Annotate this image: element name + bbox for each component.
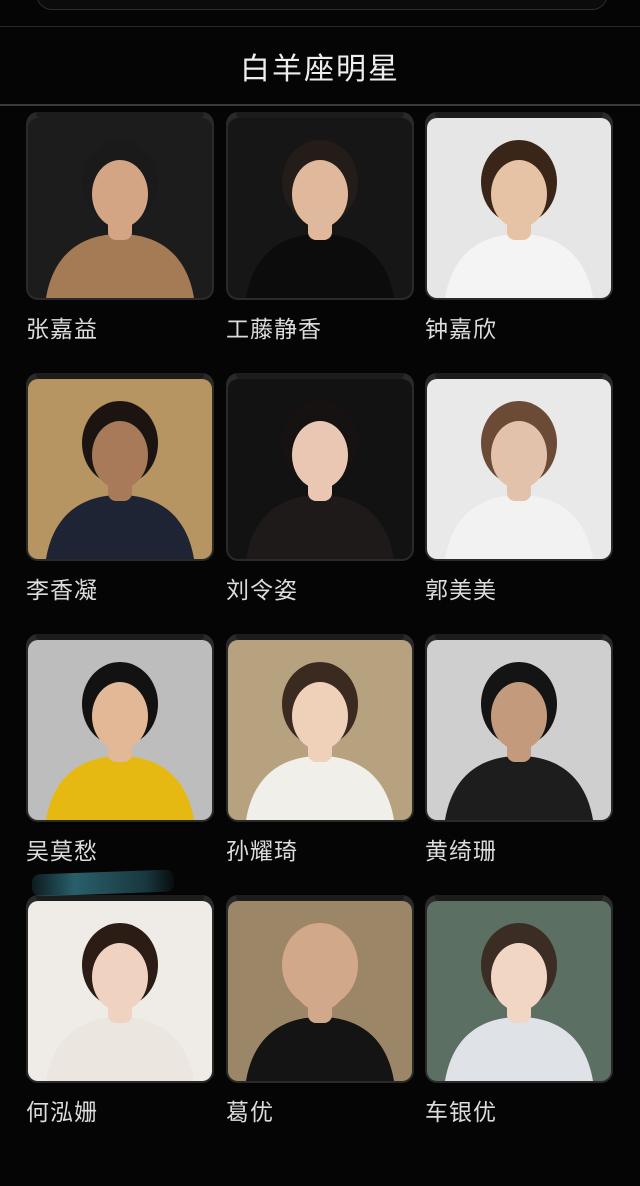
celebrity-photo[interactable] bbox=[28, 901, 212, 1081]
celebrity-photo[interactable] bbox=[28, 379, 212, 559]
celebrity-name[interactable]: 葛优 bbox=[226, 1093, 274, 1127]
celebrity-card[interactable]: 工藤静香 bbox=[226, 112, 416, 343]
celebrity-photo-frame bbox=[26, 634, 214, 822]
celebrity-card[interactable]: 钟嘉欣 bbox=[425, 112, 615, 343]
celebrity-card[interactable]: 刘令姿 bbox=[226, 373, 416, 604]
celebrity-name[interactable]: 何泓姗 bbox=[26, 1093, 98, 1127]
celebrity-photo-frame bbox=[26, 112, 214, 300]
celebrity-name[interactable]: 张嘉益 bbox=[26, 310, 98, 344]
celebrity-name[interactable]: 郭美美 bbox=[425, 571, 497, 605]
celebrity-photo-frame bbox=[425, 634, 613, 822]
celebrity-photo-frame bbox=[425, 895, 613, 1083]
celebrity-grid: 张嘉益 工藤静香 钟嘉欣李香凝 刘令姿 郭美美吴莫愁 孙耀琦 黄绮珊何泓姗 葛优 车银优 bbox=[0, 0, 640, 1186]
celebrity-card[interactable]: 孙耀琦 bbox=[226, 634, 416, 865]
celebrity-card[interactable]: 葛优 bbox=[226, 895, 416, 1126]
celebrity-name[interactable]: 工藤静香 bbox=[226, 310, 322, 344]
celebrity-photo-frame bbox=[26, 373, 214, 561]
celebrity-card[interactable]: 张嘉益 bbox=[26, 112, 216, 343]
celebrity-photo[interactable] bbox=[28, 640, 212, 820]
celebrity-photo[interactable] bbox=[427, 901, 611, 1081]
celebrity-photo[interactable] bbox=[427, 640, 611, 820]
celebrity-card[interactable]: 吴莫愁 bbox=[26, 634, 216, 865]
celebrity-photo[interactable] bbox=[228, 379, 412, 559]
celebrity-card[interactable]: 何泓姗 bbox=[26, 895, 216, 1126]
celebrity-photo-frame bbox=[425, 373, 613, 561]
celebrity-name[interactable]: 刘令姿 bbox=[226, 571, 298, 605]
celebrity-photo[interactable] bbox=[28, 118, 212, 298]
celebrity-photo[interactable] bbox=[427, 118, 611, 298]
celebrity-photo-frame bbox=[226, 895, 414, 1083]
celebrity-photo-frame bbox=[226, 373, 414, 561]
celebrity-name[interactable]: 车银优 bbox=[425, 1093, 497, 1127]
celebrity-name[interactable]: 钟嘉欣 bbox=[425, 310, 497, 344]
celebrity-card[interactable]: 黄绮珊 bbox=[425, 634, 615, 865]
celebrity-photo[interactable] bbox=[228, 640, 412, 820]
celebrity-photo[interactable] bbox=[228, 901, 412, 1081]
celebrity-name[interactable]: 黄绮珊 bbox=[425, 832, 497, 866]
celebrity-photo-frame bbox=[26, 895, 214, 1083]
celebrity-card[interactable]: 车银优 bbox=[425, 895, 615, 1126]
celebrity-card[interactable]: 郭美美 bbox=[425, 373, 615, 604]
celebrity-photo[interactable] bbox=[228, 118, 412, 298]
celebrity-photo-frame bbox=[425, 112, 613, 300]
celebrity-name[interactable]: 吴莫愁 bbox=[26, 832, 98, 866]
celebrity-name[interactable]: 李香凝 bbox=[26, 571, 98, 605]
celebrity-photo[interactable] bbox=[427, 379, 611, 559]
celebrity-card[interactable]: 李香凝 bbox=[26, 373, 216, 604]
celebrity-photo-frame bbox=[226, 634, 414, 822]
celebrity-name[interactable]: 孙耀琦 bbox=[226, 832, 298, 866]
celebrity-photo-frame bbox=[226, 112, 414, 300]
